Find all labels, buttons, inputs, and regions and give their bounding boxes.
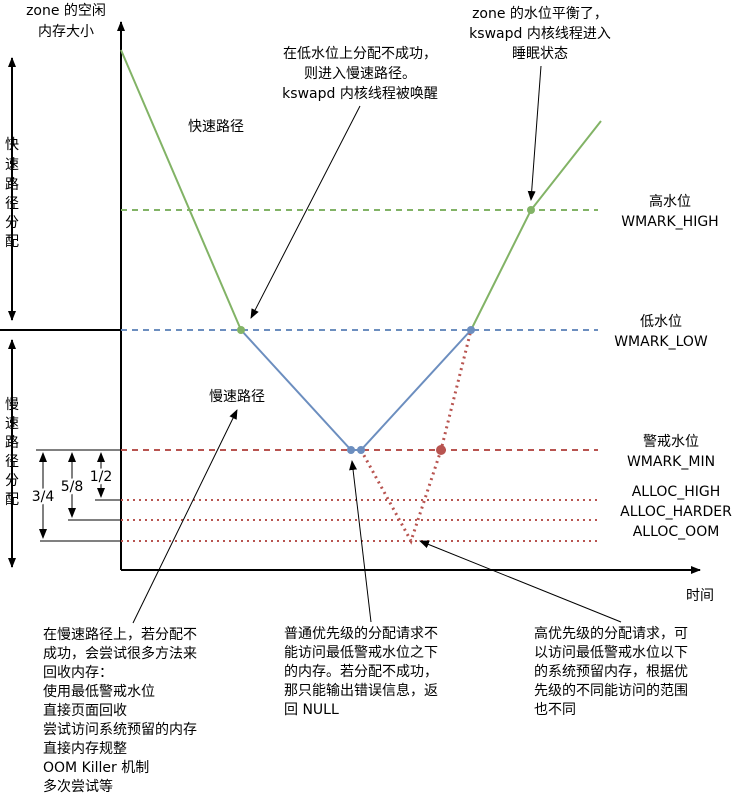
alloc-oom-label: ALLOC_OOM [633,524,720,540]
wmark-min-label-en: WMARK_MIN [627,454,715,470]
slow-notes-arrow [132,409,238,624]
low-entry-point [237,326,245,334]
slow-note-line-7: 直接内存规整 [43,740,127,757]
five-eighths-label: 5/8 [61,479,84,495]
wmark-high-label-en: WMARK_HIGH [621,214,718,230]
wake-line-2: 则进入慢速路径。 [304,65,416,82]
slow-side-char-4: 径 [5,454,19,470]
slow-note-line-2: 成功，会尝试很多方法来 [43,645,197,662]
low-recover-point [467,326,475,334]
slow-note-line-8: OOM Killer 机制 [43,760,149,776]
slow-path-curve [240,329,472,451]
alloc-high-label: ALLOC_HIGH [632,484,721,500]
fast-path-label: 快速路径 [188,119,244,135]
watermark-diagram: zone 的空闲 内存大小 时间 快 速 路 径 分 配 慢 速 路 径 分 配… [0,3,732,795]
wmark-low-label-en: WMARK_LOW [614,334,708,350]
wake-annotation: 在低水位上分配不成功， 则进入慢速路径。 kswapd 内核线程被唤醒 [282,46,438,102]
slow-side-char-3: 路 [5,435,19,451]
slow-note-line-1: 在慢速路径上，若分配不 [43,626,197,643]
x-axis-label: 时间 [686,588,714,604]
slow-note-line-5: 直接页面回收 [43,702,127,719]
fast-side-char-4: 径 [5,196,19,212]
sleep-line-2: kswapd 内核线程进入 [469,26,611,42]
sleep-line-3: 睡眠状态 [512,46,568,62]
wake-line-3: kswapd 内核线程被唤醒 [282,85,438,102]
y-axis-label-2: 内存大小 [38,24,94,40]
slow-side-char-5: 分 [5,473,19,489]
fast-side-char-5: 分 [5,215,19,231]
high-line-1: 高优先级的分配请求，可 [534,625,688,642]
slow-note-line-6: 尝试访问系统预留的内存 [43,722,197,738]
min-right-point [357,446,365,454]
normal-line-1: 普通优先级的分配请求不 [284,626,438,642]
high-priority-curve [359,329,473,545]
high-line-4: 先级的不同能访问的范围 [534,682,688,699]
normal-line-3: 的内存。若分配不成功， [284,664,438,680]
high-priority-arrow [419,540,622,623]
fast-side-char-6: 配 [5,234,19,250]
slow-path-label: 慢速路径 [209,388,265,405]
min-recover-point [436,445,446,455]
normal-line-4: 那只能输出错误信息，返 [284,682,438,699]
slow-side-char-6: 配 [5,492,19,508]
fast-side-char-3: 路 [5,177,19,193]
alloc-harder-label: ALLOC_HARDER [620,504,732,520]
slow-side-char-1: 慢 [5,396,19,413]
half-label: 1/2 [90,469,113,485]
wmark-high-label-cn: 高水位 [649,193,691,210]
wake-arrow [250,105,361,319]
normal-line-5: 回 NULL [284,702,339,718]
high-balance-point [527,206,535,214]
slow-note-line-3: 回收内存： [43,665,113,681]
y-axis-label-1: zone 的空闲 [26,3,106,19]
sleep-line-1: zone 的水位平衡了， [472,6,608,22]
high-priority-annotation: 高优先级的分配请求，可 以访问最低警戒水位以下 的系统预留内存，根据优 先级的不… [534,625,688,718]
recovery-curve [470,120,602,331]
fast-side-char-2: 速 [5,157,19,173]
normal-line-2: 能访问最低警戒水位之下 [284,645,438,661]
slow-path-notes: 在慢速路径上，若分配不 成功，会尝试很多方法来 回收内存： 使用最低警戒水位 直… [43,626,197,795]
min-left-point [347,446,355,454]
sleep-annotation: zone 的水位平衡了， kswapd 内核线程进入 睡眠状态 [469,6,611,62]
wmark-min-label-cn: 警戒水位 [643,434,699,450]
fast-path-curve [120,49,242,331]
slow-side-char-2: 速 [5,416,19,432]
wmark-low-label-cn: 低水位 [640,314,682,330]
high-line-5: 也不同 [534,702,576,718]
wake-line-1: 在低水位上分配不成功， [283,46,437,62]
normal-priority-annotation: 普通优先级的分配请求不 能访问最低警戒水位之下 的内存。若分配不成功， 那只能输… [284,626,438,718]
three-quarters-label: 3/4 [32,489,55,505]
slow-note-line-9: 多次尝试等 [43,778,113,795]
sleep-arrow [527,65,542,201]
fast-side-char-1: 快 [5,137,19,153]
slow-note-line-4: 使用最低警戒水位 [43,683,155,700]
high-line-3: 的系统预留内存，根据优 [534,664,688,680]
high-line-2: 以访问最低警戒水位以下 [534,645,688,661]
